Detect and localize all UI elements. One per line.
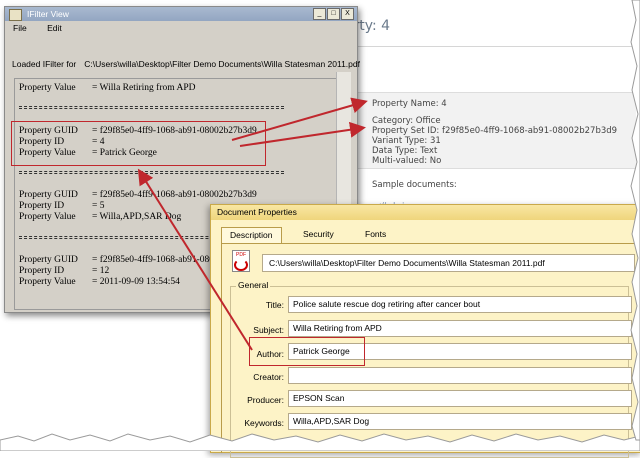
- arrow-to-property-set-id: [239, 121, 366, 147]
- arrow-author-to-ifilter: [137, 168, 253, 351]
- torn-edge-right: [630, 0, 640, 441]
- arrow-to-property-name: [231, 97, 368, 141]
- annotation-overlay: [0, 0, 640, 451]
- torn-edge: [0, 433, 640, 451]
